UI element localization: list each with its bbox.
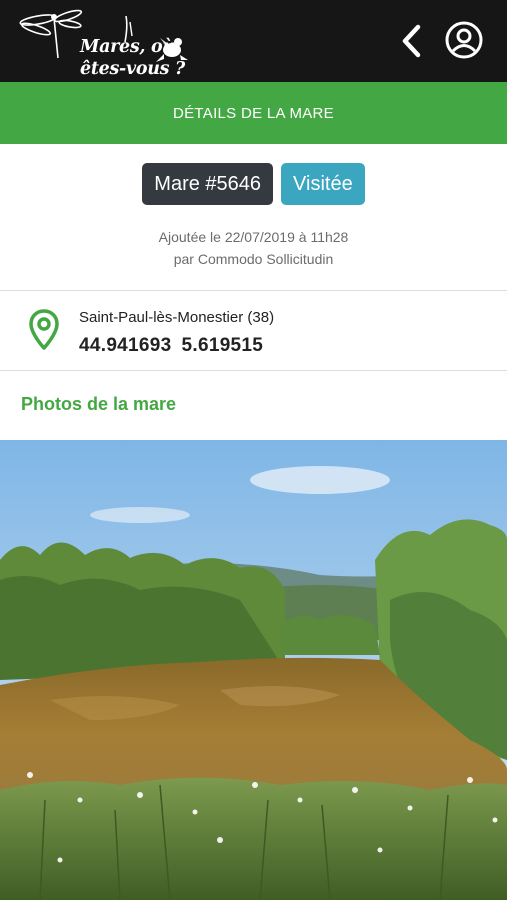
account-button[interactable] — [444, 20, 484, 60]
app-logo[interactable]: Mares, où êtes-vous ? — [18, 8, 193, 79]
author-text: par Commodo Sollicitudin — [173, 251, 334, 267]
latitude-value: 44.941693 — [79, 335, 172, 356]
status-badge: Visitée — [281, 163, 365, 205]
pond-photo-image — [0, 440, 507, 900]
mare-id-badge: Mare #5646 — [142, 163, 274, 205]
map-pin-icon — [29, 309, 59, 350]
location-row: Saint-Paul-lès-Monestier (38) 44.941693 5… — [0, 291, 507, 371]
logo-text-line1: Mares, où — [80, 37, 175, 57]
mare-badges: Mare #5646 Visitée — [0, 163, 507, 205]
page-title-bar: DÉTAILS DE LA MARE — [0, 82, 507, 144]
logo-text-line2: êtes-vous ? — [80, 59, 185, 79]
page-title: DÉTAILS DE LA MARE — [172, 104, 334, 122]
photos-section-title: Photos de la mare — [21, 394, 177, 414]
longitude-value: 5.619515 — [181, 335, 264, 356]
back-button[interactable] — [396, 22, 426, 60]
logo-wordmark: Mares, où êtes-vous ? — [80, 36, 185, 80]
added-date-text: Ajoutée le 22/07/2019 à 11h28 — [158, 229, 349, 245]
mare-summary: Mare #5646 Visitée Ajoutée le 22/07/2019… — [0, 144, 507, 291]
commune-name: Saint-Paul-lès-Monestier (38) — [79, 309, 275, 326]
chevron-left-icon — [402, 24, 421, 58]
mare-meta: Ajoutée le 22/07/2019 à 11h28 par Commod… — [0, 226, 507, 270]
app-header: Mares, où êtes-vous ? — [0, 0, 507, 82]
coordinates: 44.941693 5.619515 — [79, 335, 263, 357]
user-circle-icon — [445, 21, 483, 59]
pond-photo[interactable] — [0, 440, 507, 900]
